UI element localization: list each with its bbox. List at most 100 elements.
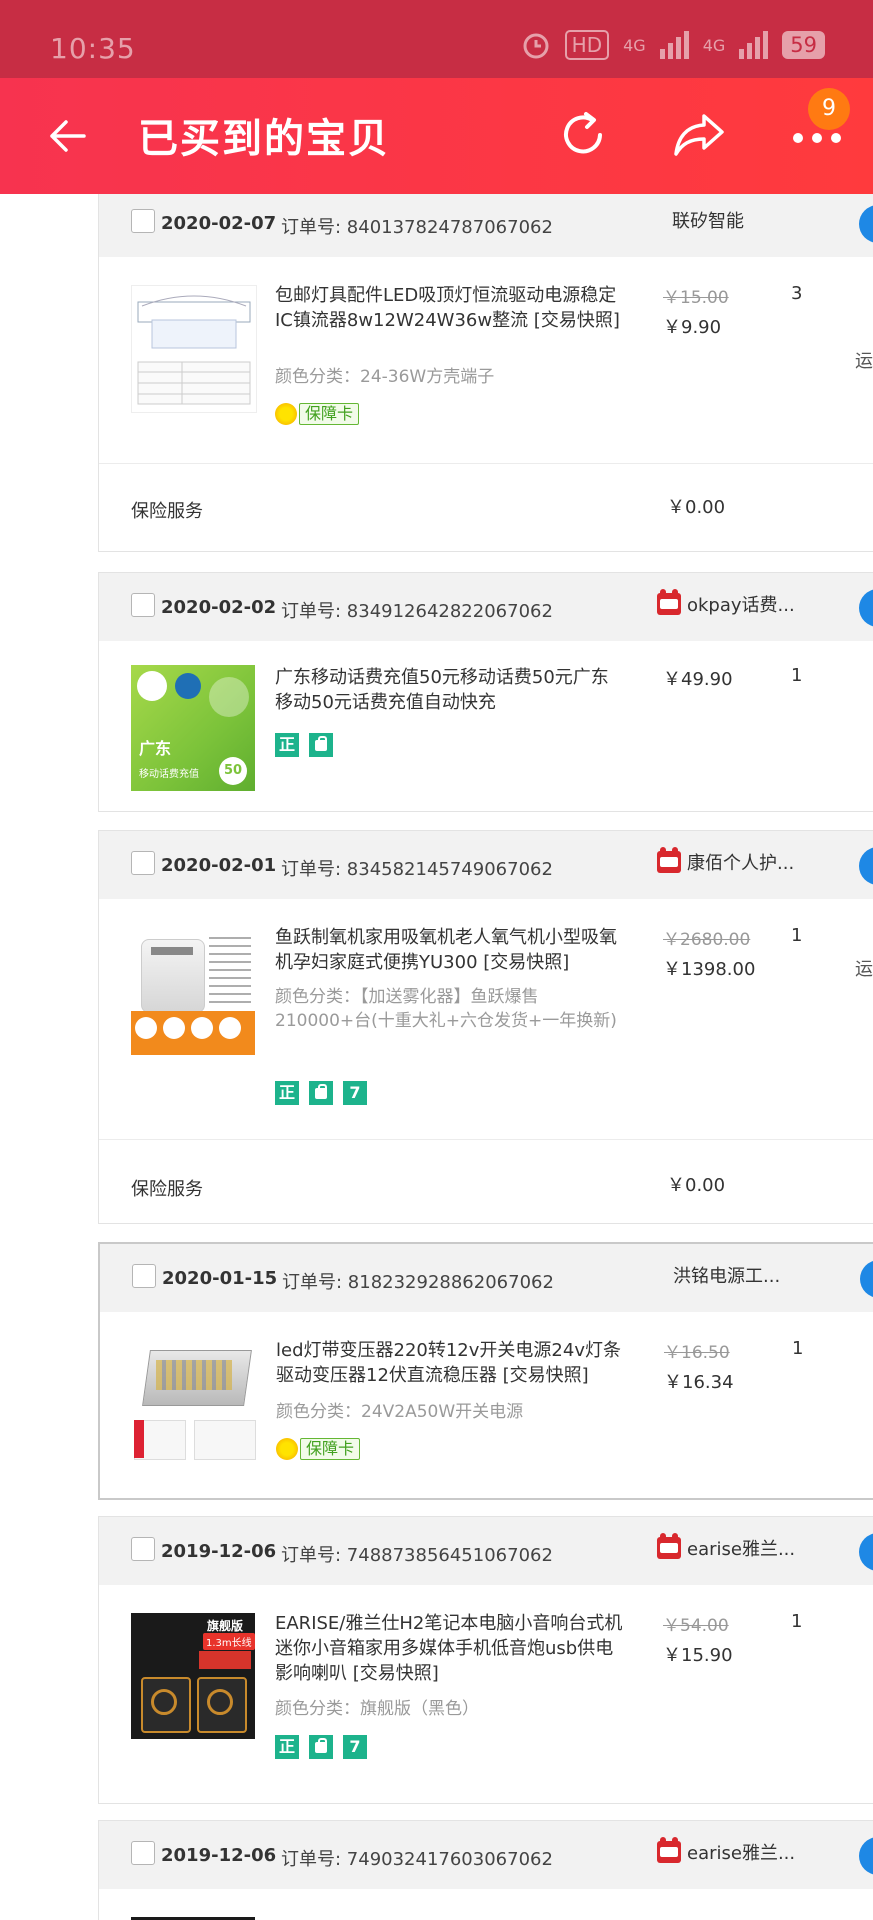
shop-name[interactable]: 洪铭电源工... bbox=[673, 1262, 780, 1288]
quantity: 1 bbox=[792, 1338, 804, 1359]
shop-name[interactable]: earise雅兰... bbox=[657, 1533, 795, 1561]
product-variant: 颜色分类：24V2A50W开关电源 bbox=[276, 1402, 524, 1422]
chat-icon[interactable] bbox=[860, 1260, 873, 1298]
bag-icon bbox=[309, 733, 333, 757]
tmall-icon bbox=[657, 847, 681, 873]
hd-indicator: HD bbox=[564, 30, 610, 60]
shipping-status[interactable]: 运 bbox=[855, 347, 873, 373]
order-header: 2020-01-15 订单号: 818232928862067062 洪铭电源工… bbox=[100, 1244, 873, 1312]
back-arrow-icon[interactable] bbox=[44, 112, 92, 160]
chat-icon[interactable] bbox=[859, 205, 873, 243]
chat-icon[interactable] bbox=[859, 589, 873, 627]
divider bbox=[99, 463, 873, 464]
status-time: 10:35 bbox=[50, 32, 136, 65]
order-checkbox[interactable] bbox=[131, 1841, 155, 1865]
product-variant: 颜色分类：24-36W方壳端子 bbox=[275, 367, 495, 387]
order-header: 2020-02-07 订单号: 840137824787067062 联矽智能 bbox=[99, 194, 873, 257]
order-header: 2019-12-06 订单号: 748873856451067062 earis… bbox=[99, 1517, 873, 1585]
guarantee-card-tag: 保障卡 bbox=[275, 403, 360, 425]
order-card[interactable]: 2020-02-07 订单号: 840137824787067062 联矽智能 … bbox=[98, 194, 873, 552]
product-title[interactable]: 包邮灯具配件LED吸顶灯恒流驱动电源稳定IC镇流器8w12W24W36w整流 [… bbox=[275, 283, 625, 333]
order-card[interactable]: 2020-02-01 订单号: 834582145749067062 康佰个人护… bbox=[98, 830, 873, 1224]
thumb-subtitle: 移动话费充值 bbox=[139, 769, 199, 780]
insurance-label: 保险服务 bbox=[131, 1179, 203, 1200]
bag-icon bbox=[309, 1735, 333, 1759]
genuine-tag: 正 bbox=[275, 1081, 299, 1105]
product-thumbnail[interactable]: 广东 移动话费充值 50 bbox=[131, 665, 255, 791]
paid-price: ￥15.90 bbox=[663, 1645, 733, 1666]
insurance-label: 保险服务 bbox=[131, 501, 203, 522]
order-checkbox[interactable] bbox=[131, 1537, 155, 1561]
more-icon[interactable] bbox=[790, 128, 844, 148]
product-thumbnail[interactable] bbox=[131, 285, 257, 413]
shop-name[interactable]: 联矽智能 bbox=[672, 207, 744, 233]
share-icon[interactable] bbox=[670, 108, 728, 162]
guarantee-card-tag: 保障卡 bbox=[276, 1438, 361, 1460]
order-date: 2020-02-01 bbox=[161, 855, 277, 876]
service-tags: 正 7 bbox=[275, 1735, 367, 1759]
quantity: 3 bbox=[791, 283, 803, 304]
bag-icon bbox=[309, 1081, 333, 1105]
order-checkbox[interactable] bbox=[131, 209, 155, 233]
title-bar: 已买到的宝贝 9 bbox=[0, 78, 873, 194]
battery-icon: 59 bbox=[782, 31, 825, 59]
product-thumbnail[interactable]: 旗舰版 1.3m长线 bbox=[131, 1613, 255, 1739]
order-header: 2019-12-06 订单号: 749032417603067062 earis… bbox=[99, 1821, 873, 1889]
order-date: 2019-12-06 bbox=[161, 1541, 277, 1562]
service-tags: 保障卡 bbox=[276, 1438, 361, 1460]
original-price: ￥16.50 bbox=[664, 1343, 730, 1363]
tmall-icon bbox=[657, 1533, 681, 1559]
shipping-status[interactable]: 运 bbox=[855, 955, 873, 981]
genuine-tag: 正 bbox=[275, 733, 299, 757]
order-header: 2020-02-01 订单号: 834582145749067062 康佰个人护… bbox=[99, 831, 873, 899]
paid-price: ￥16.34 bbox=[664, 1372, 734, 1393]
shop-name[interactable]: earise雅兰... bbox=[657, 1837, 795, 1865]
order-checkbox[interactable] bbox=[131, 851, 155, 875]
order-date: 2020-02-02 bbox=[161, 597, 277, 618]
order-number: 订单号: 834912642822067062 bbox=[281, 601, 553, 622]
paid-price: ￥49.90 bbox=[663, 669, 733, 690]
service-tags: 正 7 bbox=[275, 1081, 367, 1105]
original-price: ￥54.00 bbox=[663, 1616, 729, 1636]
order-checkbox[interactable] bbox=[131, 593, 155, 617]
insurance-price: ￥0.00 bbox=[667, 497, 726, 518]
chat-icon[interactable] bbox=[859, 1837, 873, 1875]
order-number: 订单号: 749032417603067062 bbox=[281, 1849, 553, 1870]
thumb-cable-label: 1.3m长线 bbox=[203, 1633, 255, 1650]
order-date: 2020-01-15 bbox=[162, 1268, 278, 1289]
order-number: 订单号: 840137824787067062 bbox=[281, 217, 553, 238]
order-card[interactable]: 2020-01-15 订单号: 818232928862067062 洪铭电源工… bbox=[98, 1242, 873, 1500]
order-checkbox[interactable] bbox=[132, 1264, 156, 1288]
network-1: 4G bbox=[623, 35, 646, 55]
quantity: 1 bbox=[791, 925, 803, 946]
order-card[interactable]: 2020-02-02 订单号: 834912642822067062 okpay… bbox=[98, 572, 873, 812]
product-thumbnail[interactable] bbox=[132, 1336, 256, 1462]
product-title[interactable]: EARISE/雅兰仕H2笔记本电脑小音响台式机迷你小音箱家用多媒体手机低音炮us… bbox=[275, 1611, 625, 1686]
shop-name[interactable]: okpay话费... bbox=[657, 589, 795, 617]
page-title: 已买到的宝贝 bbox=[138, 116, 390, 162]
thumb-amount: 50 bbox=[219, 757, 247, 785]
order-number: 订单号: 834582145749067062 bbox=[281, 859, 553, 880]
order-card[interactable]: 2019-12-06 订单号: 748873856451067062 earis… bbox=[98, 1516, 873, 1804]
flower-icon bbox=[275, 403, 297, 425]
status-bar: 10:35 HD 4G 4G 59 bbox=[0, 0, 873, 78]
order-list[interactable]: 2020-02-07 订单号: 840137824787067062 联矽智能 … bbox=[0, 194, 873, 1920]
seven-day-return-tag: 7 bbox=[343, 1081, 367, 1105]
product-title[interactable]: 鱼跃制氧机家用吸氧机老人氧气机小型吸氧机孕妇家庭式便携YU300 [交易快照] bbox=[275, 925, 625, 975]
product-variant: 颜色分类：旗舰版（黑色） bbox=[275, 1699, 479, 1719]
product-title[interactable]: 广东移动话费充值50元移动话费50元广东移动50元话费充值自动快充 bbox=[275, 665, 625, 715]
chat-icon[interactable] bbox=[859, 847, 873, 885]
chat-icon[interactable] bbox=[859, 1533, 873, 1571]
product-title[interactable]: led灯带变压器220转12v开关电源24v灯条驱动变压器12伏直流稳压器 [交… bbox=[276, 1338, 626, 1388]
refresh-icon[interactable] bbox=[556, 108, 610, 162]
insurance-price: ￥0.00 bbox=[667, 1175, 726, 1196]
product-thumbnail[interactable] bbox=[131, 929, 255, 1055]
order-number: 订单号: 818232928862067062 bbox=[282, 1272, 554, 1293]
order-card[interactable]: 2019-12-06 订单号: 749032417603067062 earis… bbox=[98, 1820, 873, 1920]
seven-day-return-tag: 7 bbox=[343, 1735, 367, 1759]
shop-name[interactable]: 康佰个人护... bbox=[657, 847, 794, 875]
signal-icon bbox=[659, 31, 689, 59]
order-date: 2020-02-07 bbox=[161, 213, 277, 234]
original-price: ￥2680.00 bbox=[663, 930, 751, 950]
paid-price: ￥1398.00 bbox=[663, 959, 756, 980]
